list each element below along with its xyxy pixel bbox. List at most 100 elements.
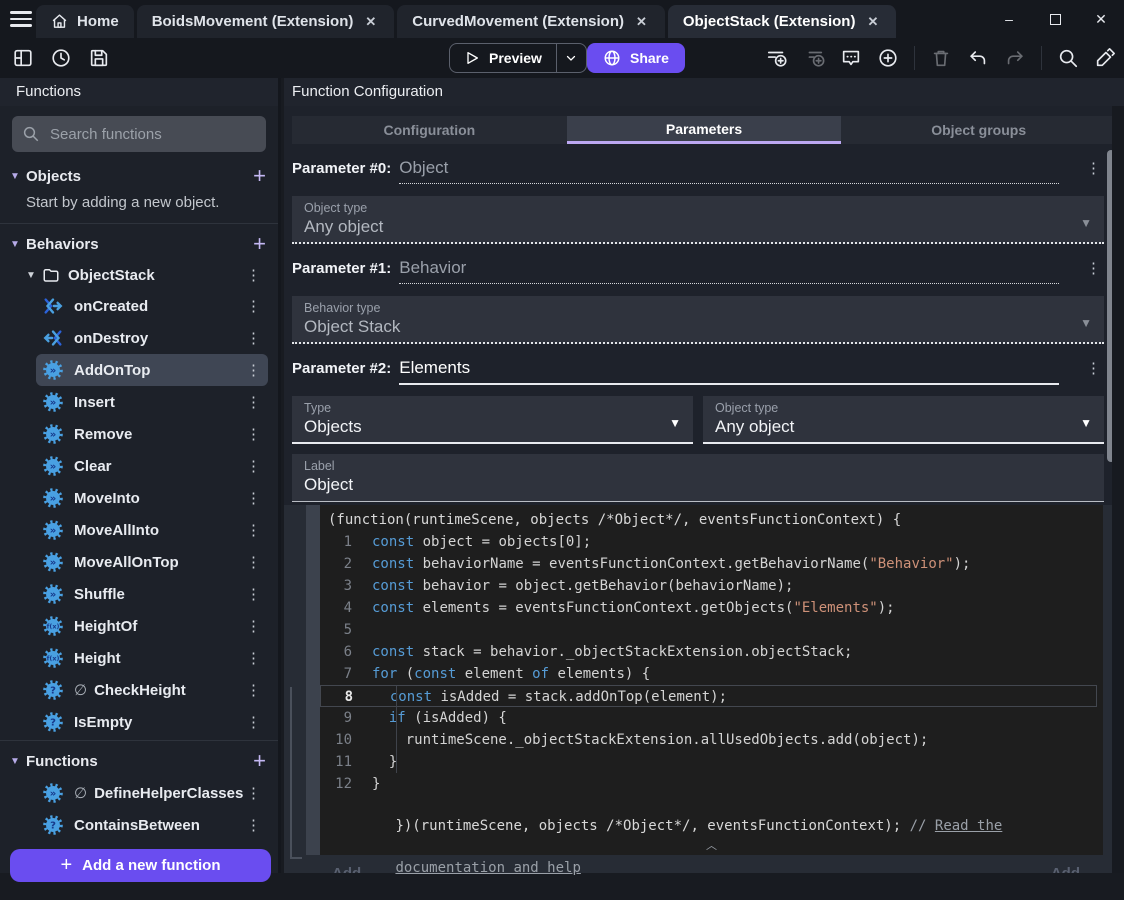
- add-circle-icon[interactable]: [877, 47, 899, 69]
- code-line-1[interactable]: 1 const object = objects[0];: [320, 531, 1097, 553]
- tab-object-groups[interactable]: Object groups: [841, 116, 1116, 144]
- kebab-menu-icon[interactable]: ⋮: [243, 361, 264, 379]
- add-object-button[interactable]: +: [253, 165, 266, 187]
- functions-section-header[interactable]: ▼ Functions +: [0, 745, 278, 777]
- function-item-moveallontop[interactable]: » MoveAllOnTop ⋮: [36, 546, 268, 578]
- tab-objectstack[interactable]: ObjectStack (Extension) ✕: [667, 5, 897, 38]
- tab-curvedmovement[interactable]: CurvedMovement (Extension) ✕: [397, 5, 665, 38]
- documentation-link[interactable]: Read the: [935, 818, 1002, 834]
- code-line-5[interactable]: 5: [320, 619, 1097, 641]
- function-item-containsbetween[interactable]: ? ContainsBetween ⋮: [36, 809, 268, 841]
- parameter-name-field[interactable]: Elements: [399, 358, 1059, 385]
- redo-icon[interactable]: [1004, 47, 1026, 69]
- comment-icon[interactable]: [840, 47, 862, 69]
- minimize-button[interactable]: –: [986, 0, 1032, 38]
- main-menu-icon[interactable]: [10, 11, 32, 27]
- function-item-moveinto[interactable]: » MoveInto ⋮: [36, 482, 268, 514]
- code-line-9[interactable]: 9 if (isAdded) {: [320, 707, 1097, 729]
- function-item-remove[interactable]: » Remove ⋮: [36, 418, 268, 450]
- search-functions-input[interactable]: [48, 124, 256, 144]
- code-line-7[interactable]: 7 for (const element of elements) {: [320, 663, 1097, 685]
- collapse-caret-icon[interactable]: ︿: [706, 837, 717, 853]
- trash-icon[interactable]: [930, 47, 952, 69]
- function-item-shuffle[interactable]: » Shuffle ⋮: [36, 578, 268, 610]
- add-event-icon[interactable]: [766, 47, 788, 69]
- code-line-8[interactable]: 8 const isAdded = stack.addOnTop(element…: [320, 685, 1097, 707]
- function-item-addontop[interactable]: » AddOnTop ⋮: [36, 354, 268, 386]
- maximize-button[interactable]: [1032, 0, 1078, 38]
- label-text-field[interactable]: Label Object: [292, 454, 1104, 502]
- code-line-6[interactable]: 6 const stack = behavior._objectStackExte…: [320, 641, 1097, 663]
- kebab-menu-icon[interactable]: ⋮: [243, 329, 264, 347]
- code-line-2[interactable]: 2 const behaviorName = eventsFunctionCont…: [320, 553, 1097, 575]
- function-item-height[interactable]: f(x) Height ⋮: [36, 642, 268, 674]
- kebab-menu-icon[interactable]: ⋮: [1083, 359, 1104, 377]
- tab-parameters[interactable]: Parameters: [566, 116, 842, 144]
- objects-section-header[interactable]: ▼ Objects +: [0, 160, 278, 192]
- code-line-11[interactable]: 11 }: [320, 751, 1097, 773]
- kebab-menu-icon[interactable]: ⋮: [243, 713, 264, 731]
- function-item-clear[interactable]: » Clear ⋮: [36, 450, 268, 482]
- behavior-folder-objectstack[interactable]: ▼ ObjectStack ⋮: [0, 260, 278, 290]
- kebab-menu-icon[interactable]: ⋮: [243, 784, 264, 802]
- kebab-menu-icon[interactable]: ⋮: [1083, 259, 1104, 277]
- select-object-type[interactable]: Object type Any object ▼: [703, 396, 1104, 444]
- collapse-arrow-icon[interactable]: ▼: [26, 270, 42, 281]
- close-icon[interactable]: ✕: [864, 12, 881, 32]
- parameter-name-field[interactable]: Object: [399, 158, 1059, 184]
- add-condition-link[interactable]: Add: [332, 865, 361, 873]
- function-item-insert[interactable]: » Insert ⋮: [36, 386, 268, 418]
- close-button[interactable]: ✕: [1078, 0, 1124, 38]
- function-item-isempty[interactable]: ? IsEmpty ⋮: [36, 706, 268, 738]
- undo-icon[interactable]: [967, 47, 989, 69]
- code-line-10[interactable]: 10 runtimeScene._objectStackExtension.al…: [320, 729, 1097, 751]
- search-functions-box[interactable]: [12, 116, 266, 152]
- function-item-checkheight[interactable]: ? ∅ CheckHeight ⋮: [36, 674, 268, 706]
- javascript-code-editor[interactable]: (function(runtimeScene, objects /*Object…: [320, 505, 1103, 876]
- close-icon[interactable]: ✕: [633, 12, 650, 32]
- kebab-menu-icon[interactable]: ⋮: [243, 297, 264, 315]
- preview-options-button[interactable]: [555, 44, 586, 72]
- add-behavior-button[interactable]: +: [253, 233, 266, 255]
- preview-button[interactable]: Preview: [450, 44, 556, 72]
- code-line-3[interactable]: 3 const behavior = object.getBehavior(beh…: [320, 575, 1097, 597]
- kebab-menu-icon[interactable]: ⋮: [243, 457, 264, 475]
- function-item-definehelperclasses[interactable]: » ∅ DefineHelperClasses ⋮: [36, 777, 268, 809]
- function-item-heightof[interactable]: f(x) HeightOf ⋮: [36, 610, 268, 642]
- collapse-arrow-icon[interactable]: ▼: [10, 171, 24, 182]
- kebab-menu-icon[interactable]: ⋮: [243, 266, 264, 284]
- function-item-oncreated[interactable]: onCreated ⋮: [36, 290, 268, 322]
- collapse-arrow-icon[interactable]: ▼: [10, 239, 24, 250]
- kebab-menu-icon[interactable]: ⋮: [243, 489, 264, 507]
- panels-icon[interactable]: [12, 47, 34, 69]
- kebab-menu-icon[interactable]: ⋮: [243, 553, 264, 571]
- code-line-4[interactable]: 4 const elements = eventsFunctionContext.…: [320, 597, 1097, 619]
- history-icon[interactable]: [50, 47, 72, 69]
- search-icon[interactable]: [1057, 47, 1079, 69]
- kebab-menu-icon[interactable]: ⋮: [243, 617, 264, 635]
- behaviors-section-header[interactable]: ▼ Behaviors +: [0, 228, 278, 260]
- select-type[interactable]: Type Objects ▼: [292, 396, 693, 444]
- kebab-menu-icon[interactable]: ⋮: [243, 393, 264, 411]
- add-new-function-button[interactable]: + Add a new function: [10, 849, 271, 882]
- kebab-menu-icon[interactable]: ⋮: [243, 649, 264, 667]
- parameter-name-field[interactable]: Behavior: [399, 258, 1059, 284]
- tab-configuration[interactable]: Configuration: [292, 116, 567, 144]
- kebab-menu-icon[interactable]: ⋮: [243, 681, 264, 699]
- tab-boidsmovement[interactable]: BoidsMovement (Extension) ✕: [136, 5, 395, 38]
- collapse-arrow-icon[interactable]: ▼: [10, 756, 24, 767]
- share-button[interactable]: Share: [587, 43, 685, 73]
- code-block-drag-handle[interactable]: [306, 505, 320, 855]
- function-item-moveallinto[interactable]: » MoveAllInto ⋮: [36, 514, 268, 546]
- close-icon[interactable]: ✕: [362, 12, 379, 32]
- function-item-ondestroy[interactable]: onDestroy ⋮: [36, 322, 268, 354]
- save-icon[interactable]: [88, 47, 110, 69]
- kebab-menu-icon[interactable]: ⋮: [243, 585, 264, 603]
- code-line-12[interactable]: 12}: [320, 773, 1097, 795]
- kebab-menu-icon[interactable]: ⋮: [243, 816, 264, 834]
- add-action-link[interactable]: Add: [1051, 865, 1080, 873]
- tab-home[interactable]: Home: [36, 5, 134, 38]
- kebab-menu-icon[interactable]: ⋮: [243, 521, 264, 539]
- add-function-plus-button[interactable]: +: [253, 750, 266, 772]
- edit-scene-icon[interactable]: [1094, 47, 1116, 69]
